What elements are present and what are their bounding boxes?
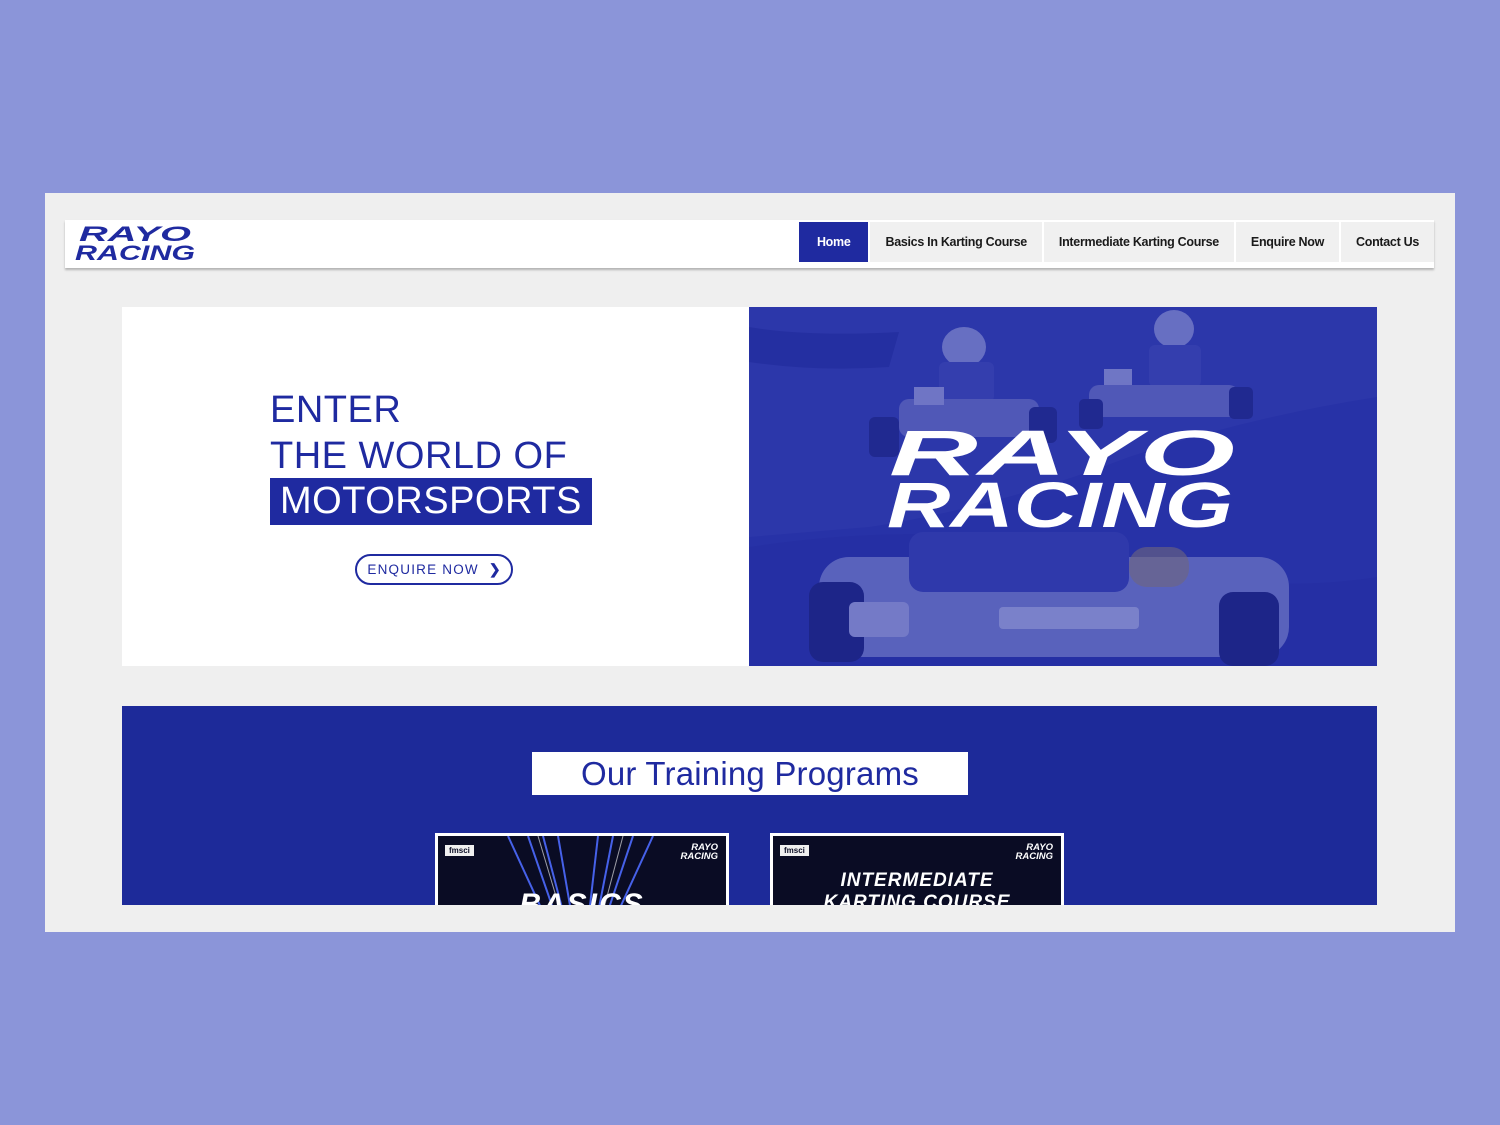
fmsci-badge: fmsci xyxy=(445,845,474,856)
nav-home[interactable]: Home xyxy=(798,222,869,262)
card-title-intermediate-line-1: INTERMEDIATE xyxy=(840,870,994,891)
nav-intermediate-course[interactable]: Intermediate Karting Course xyxy=(1043,222,1234,262)
card-logo: RAYO RACING xyxy=(680,843,718,862)
main-nav: Home Basics In Karting Course Intermedia… xyxy=(797,222,1434,262)
hero-highlight: MOTORSPORTS xyxy=(270,478,592,525)
chevron-right-icon: ❯ xyxy=(488,561,501,577)
card-title-intermediate-line-2: KARTING COURSE xyxy=(823,892,1011,905)
card-title-basics: BASICS xyxy=(519,888,645,905)
hero-image: RAYO RACING xyxy=(749,307,1377,666)
karting-photo-overlay: RAYO RACING xyxy=(749,307,1377,666)
browser-window: RAYO RACING Home Basics In Karting Cours… xyxy=(45,193,1455,932)
hero-text-panel: ENTER THE WORLD OF MOTORSPORTS ENQUIRE N… xyxy=(122,307,749,666)
card-logo-line-2: RACING xyxy=(680,851,718,862)
nav-enquire-now[interactable]: Enquire Now xyxy=(1235,222,1340,262)
programs-title: Our Training Programs xyxy=(581,755,919,792)
program-card-image: fmsci RAYO RACING BASICS xyxy=(438,836,726,905)
hero-section: ENTER THE WORLD OF MOTORSPORTS ENQUIRE N… xyxy=(122,307,1377,666)
program-card-intermediate[interactable]: fmsci RAYO RACING INTERMEDIATE KARTING C… xyxy=(770,833,1064,905)
card-logo-line-2: RACING xyxy=(1015,851,1053,862)
training-programs-section: Our Training Programs fmsci RAYO RACING … xyxy=(122,706,1377,905)
programs-title-box: Our Training Programs xyxy=(532,752,968,795)
rayo-racing-logo[interactable]: RAYO RACING xyxy=(73,223,199,265)
card-logo: RAYO RACING xyxy=(1015,843,1053,862)
hero-line-2: THE WORLD OF xyxy=(270,435,568,477)
nav-contact-us[interactable]: Contact Us xyxy=(1341,222,1434,262)
enquire-now-button[interactable]: ENQUIRE NOW ❯ xyxy=(355,554,513,585)
fmsci-badge: fmsci xyxy=(780,845,809,856)
nav-basics-course[interactable]: Basics In Karting Course xyxy=(870,222,1042,262)
logo-line-2: RACING xyxy=(75,242,195,265)
program-card-basics[interactable]: fmsci RAYO RACING BASICS xyxy=(435,833,729,905)
site-header: RAYO RACING Home Basics In Karting Cours… xyxy=(65,220,1434,268)
program-card-image: fmsci RAYO RACING INTERMEDIATE KARTING C… xyxy=(773,836,1061,905)
hero-line-1: ENTER xyxy=(270,389,402,431)
hero-logo-line-2: RACING xyxy=(887,469,1233,541)
enquire-now-label: ENQUIRE NOW xyxy=(367,562,479,577)
